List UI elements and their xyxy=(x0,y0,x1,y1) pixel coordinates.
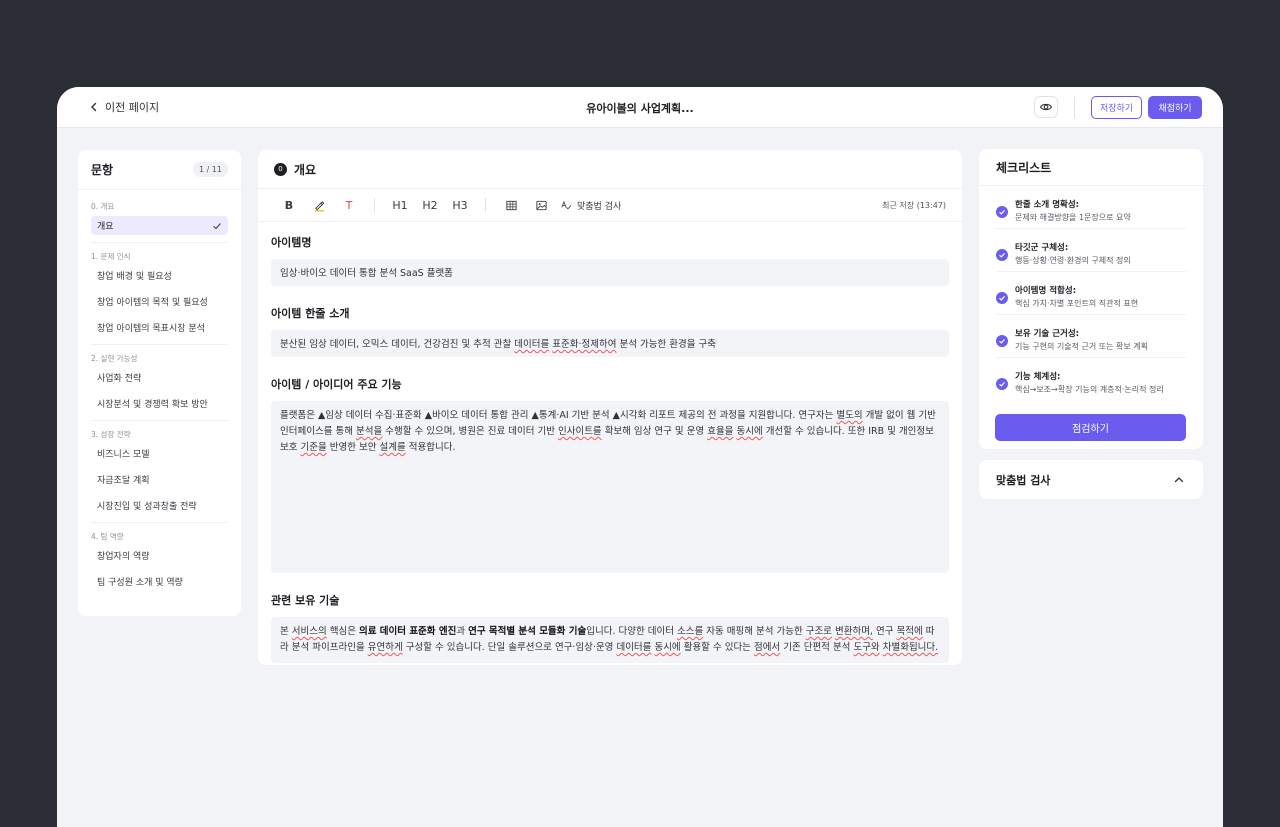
nav-body: 0. 개요 개요 1. 문제 인식 창업 배경 및 필요성 창업 아이템의 목적… xyxy=(78,190,241,591)
checklist-item-desc: 기능 구현의 기술적 근거 또는 확보 계획 xyxy=(1015,342,1149,351)
nav-item[interactable]: 비즈니스 모델 xyxy=(91,444,228,463)
toolbar-divider xyxy=(1074,97,1075,118)
chevron-left-icon xyxy=(91,102,97,112)
spellcheck-label: 맞춤법 검사 xyxy=(577,201,622,212)
nav-item-overview[interactable]: 개요 xyxy=(91,216,228,235)
checklist-item-title: 한줄 소개 명확성: xyxy=(1015,200,1080,210)
field-label-item-name: 아이템명 xyxy=(271,236,312,249)
question-count-badge: 1 / 11 xyxy=(192,162,228,177)
heading2-button[interactable]: H2 xyxy=(419,195,441,215)
check-icon xyxy=(213,222,221,229)
nav-section-label: 1. 문제 인식 xyxy=(91,252,131,261)
preview-button[interactable] xyxy=(1034,96,1058,118)
checklist-items: 한줄 소개 명확성: 문제와 해결방향을 1문장으로 요약 타깃군 구체성: 행동·… xyxy=(979,186,1203,401)
highlight-button[interactable] xyxy=(308,195,330,215)
nav-section-label: 2. 실현 가능성 xyxy=(91,354,138,363)
nav-item[interactable]: 창업 아이템의 목적 및 필요성 xyxy=(91,292,228,311)
toolbar-separator xyxy=(485,198,486,212)
nav-section-label: 3. 성장 전략 xyxy=(91,430,131,439)
back-label: 이전 페이지 xyxy=(105,101,160,114)
section-divider xyxy=(91,242,228,243)
toolbar-separator xyxy=(374,198,375,212)
nav-item[interactable]: 창업 아이템의 목표시장 분석 xyxy=(91,318,228,337)
spellcheck-panel-title: 맞춤법 검사 xyxy=(996,473,1051,487)
field-label-tech: 관련 보유 기술 xyxy=(271,594,340,607)
eye-icon xyxy=(1039,103,1053,111)
nav-item[interactable]: 자금조달 계획 xyxy=(91,470,228,489)
check-circle-icon xyxy=(996,249,1008,261)
checklist-panel: 체크리스트 한줄 소개 명확성: 문제와 해결방향을 1문장으로 요약 타깃군 구… xyxy=(979,149,1203,449)
checklist-item-desc: 핵심 가치·차별 포인트의 직관적 표현 xyxy=(1015,299,1139,308)
app-window: 이전 페이지 유아이볼의 사업계획... 저장하기 채점하기 문항 1 / 11… xyxy=(57,87,1223,827)
section-divider xyxy=(91,420,228,421)
section-number-badge: 0 xyxy=(274,162,287,176)
chevron-up-icon xyxy=(1174,476,1184,482)
grade-button[interactable]: 채점하기 xyxy=(1148,96,1202,119)
top-bar: 이전 페이지 유아이볼의 사업계획... 저장하기 채점하기 xyxy=(57,87,1223,128)
field-label-intro: 아이템 한줄 소개 xyxy=(271,307,350,320)
image-icon xyxy=(535,200,547,210)
nav-item[interactable]: 사업화 전략 xyxy=(91,368,228,387)
nav-item[interactable]: 시장분석 및 경쟁력 확보 방안 xyxy=(91,394,228,413)
heading3-button[interactable]: H3 xyxy=(449,195,471,215)
highlighter-icon xyxy=(314,200,324,212)
checklist-item-desc: 핵심→보조→확장 기능의 계층적·논리적 정리 xyxy=(1015,385,1164,394)
nav-item-label: 개요 xyxy=(97,222,114,232)
nav-title: 문항 xyxy=(91,163,114,177)
item-intro-input[interactable]: 분산된 임상 데이터, 오믹스 데이터, 건강검진 및 추적 관찰 데이터를 표… xyxy=(271,330,949,357)
checklist-item: 기능 체계성: 핵심→보조→확장 기능의 계층적·논리적 정리 xyxy=(996,358,1186,401)
inspect-button[interactable]: 점검하기 xyxy=(995,414,1186,441)
checklist-item: 보유 기술 근거성: 기능 구현의 기술적 근거 또는 확보 계획 xyxy=(996,315,1186,358)
check-circle-icon xyxy=(996,206,1008,218)
nav-section-label: 4. 팀 역량 xyxy=(91,532,124,541)
checklist-item-title: 보유 기술 근거성: xyxy=(1015,329,1080,339)
section-divider xyxy=(91,344,228,345)
heading1-button[interactable]: H1 xyxy=(389,195,411,215)
check-circle-icon xyxy=(996,292,1008,304)
editor-title: 개요 xyxy=(294,162,317,177)
insert-image-button[interactable] xyxy=(530,195,552,215)
check-circle-icon xyxy=(996,378,1008,390)
checklist-title: 체크리스트 xyxy=(979,149,1203,186)
question-nav: 문항 1 / 11 0. 개요 개요 1. 문제 인식 창업 배경 및 필요성 … xyxy=(78,150,241,616)
field-label-features: 아이템 / 아이디어 주요 기능 xyxy=(271,378,402,391)
spellcheck-icon xyxy=(561,200,572,209)
checklist-item-desc: 행동·상황·연령·환경의 구체적 정의 xyxy=(1015,256,1131,265)
checklist-item-title: 타깃군 구체성: xyxy=(1015,243,1069,253)
nav-section-label: 0. 개요 xyxy=(91,202,115,211)
checklist-item: 아이템명 적합성: 핵심 가치·차별 포인트의 직관적 표현 xyxy=(996,272,1186,315)
checklist-item-title: 아이템명 적합성: xyxy=(1015,286,1077,296)
checklist-item-desc: 문제와 해결방향을 1문장으로 요약 xyxy=(1015,213,1131,222)
spellcheck-button[interactable]: 맞춤법 검사 xyxy=(560,195,621,215)
spellcheck-panel-toggle[interactable]: 맞춤법 검사 xyxy=(979,460,1203,499)
nav-header: 문항 1 / 11 xyxy=(78,150,241,190)
table-icon xyxy=(505,200,517,210)
tech-textarea[interactable]: 본 서비스의 핵심은 의료 데이터 표준화 엔진과 연구 목적별 분석 모듈화 … xyxy=(271,617,949,663)
formatting-toolbar: B T H1 H2 H3 맞춤법 검사 최근 저장 (13:47) xyxy=(258,188,962,222)
editor-panel: 0 개요 B T H1 H2 H3 맞춤법 검사 최근 저장 (13:47) 아… xyxy=(258,150,962,665)
checklist-item: 한줄 소개 명확성: 문제와 해결방향을 1문장으로 요약 xyxy=(996,186,1186,229)
save-button[interactable]: 저장하기 xyxy=(1091,96,1142,119)
last-saved-status: 최근 저장 (13:47) xyxy=(882,201,946,210)
checklist-item: 타깃군 구체성: 행동·상황·연령·환경의 구체적 정의 xyxy=(996,229,1186,272)
bold-button[interactable]: B xyxy=(278,195,300,215)
item-name-input[interactable]: 임상·바이오 데이터 통합 분석 SaaS 플랫폼 xyxy=(271,259,949,286)
editor-content: 아이템명 임상·바이오 데이터 통합 분석 SaaS 플랫폼 아이템 한줄 소개… xyxy=(258,222,962,663)
back-link[interactable]: 이전 페이지 xyxy=(89,99,159,115)
nav-item[interactable]: 창업자의 역량 xyxy=(91,546,228,565)
nav-item[interactable]: 팀 구성원 소개 및 역량 xyxy=(91,572,228,591)
nav-item[interactable]: 창업 배경 및 필요성 xyxy=(91,266,228,285)
features-textarea[interactable]: 플랫폼은 ▲임상 데이터 수집·표준화 ▲바이오 데이터 통합 관리 ▲통계·A… xyxy=(271,401,949,573)
checklist-item-title: 기능 체계성: xyxy=(1015,372,1061,382)
nav-item[interactable]: 시장진입 및 성과창출 전략 xyxy=(91,496,228,515)
editor-header: 0 개요 xyxy=(258,150,962,188)
section-divider xyxy=(91,522,228,523)
check-circle-icon xyxy=(996,335,1008,347)
text-color-button[interactable]: T xyxy=(338,195,360,215)
insert-table-button[interactable] xyxy=(500,195,522,215)
